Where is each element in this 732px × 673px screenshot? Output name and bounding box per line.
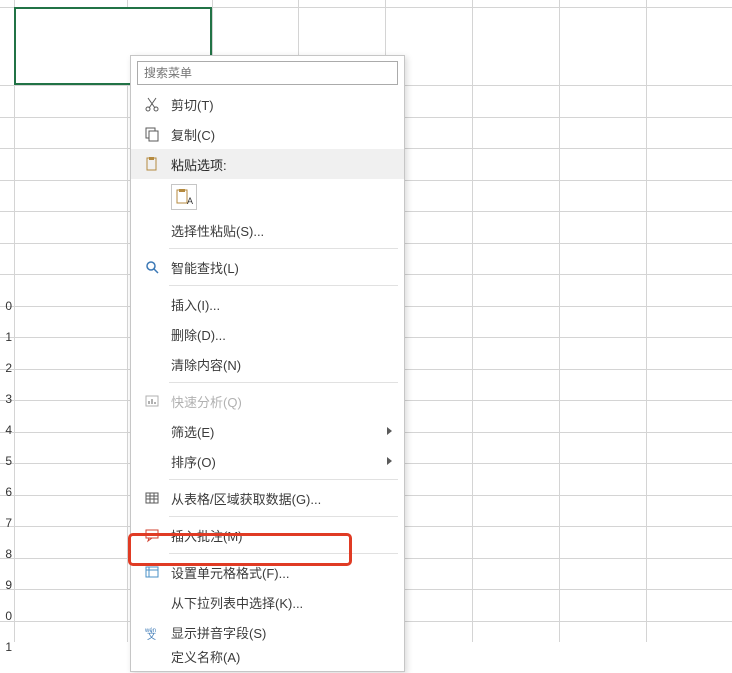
row-header[interactable]: 3: [0, 383, 14, 414]
paste-text-icon: A: [171, 184, 197, 210]
menu-delete[interactable]: 删除(D)...: [131, 319, 404, 349]
comment-icon: [139, 522, 165, 548]
menu-label: 显示拼音字段(S): [169, 623, 404, 642]
menu-label: 设置单元格格式(F)...: [169, 563, 404, 582]
table-icon: [139, 485, 165, 511]
menu-show-phonetic[interactable]: wén文 显示拼音字段(S): [131, 617, 404, 647]
menu-label: 剪切(T): [169, 95, 404, 114]
menu-label: 复制(C): [169, 125, 404, 144]
menu-format-cells[interactable]: 设置单元格格式(F)...: [131, 557, 404, 587]
menu-label: 智能查找(L): [169, 258, 404, 277]
menu-clear-contents[interactable]: 清除内容(N): [131, 349, 404, 379]
blank-icon: [139, 418, 165, 444]
menu-separator: [169, 553, 398, 554]
menu-quick-analysis: 快速分析(Q): [131, 386, 404, 416]
menu-label: 从表格/区域获取数据(G)...: [169, 489, 404, 508]
menu-label: 清除内容(N): [169, 355, 404, 374]
menu-label: 从下拉列表中选择(K)...: [169, 593, 404, 612]
menu-copy[interactable]: 复制(C): [131, 119, 404, 149]
svg-text:文: 文: [147, 630, 156, 640]
paste-option-keep-text[interactable]: A: [131, 179, 404, 215]
menu-label: 定义名称(A): [169, 647, 404, 666]
svg-text:A: A: [187, 196, 193, 206]
menu-label: 插入批注(M): [169, 526, 404, 545]
menu-search-input[interactable]: [144, 66, 391, 80]
blank-icon: [139, 217, 165, 243]
menu-pick-from-dropdown[interactable]: 从下拉列表中选择(K)...: [131, 587, 404, 617]
blank-icon: [139, 351, 165, 377]
menu-search-box[interactable]: [137, 61, 398, 85]
phonetic-icon: wén文: [139, 619, 165, 645]
copy-icon: [139, 121, 165, 147]
blank-icon: [139, 647, 165, 673]
blank-icon: [139, 589, 165, 615]
menu-label: 删除(D)...: [169, 325, 404, 344]
blank-icon: [139, 291, 165, 317]
quick-analysis-icon: [139, 388, 165, 414]
menu-label: 粘贴选项:: [169, 155, 404, 174]
menu-separator: [169, 479, 398, 480]
row-header[interactable]: 5: [0, 445, 14, 476]
submenu-arrow-icon: [387, 457, 392, 465]
row-header[interactable]: 1: [0, 321, 14, 352]
row-header[interactable]: 1: [0, 631, 14, 662]
menu-paste-options[interactable]: 粘贴选项:: [131, 149, 404, 179]
row-header[interactable]: 7: [0, 507, 14, 538]
submenu-arrow-icon: [387, 427, 392, 435]
menu-get-data-from-table[interactable]: 从表格/区域获取数据(G)...: [131, 483, 404, 513]
menu-label: 快速分析(Q): [169, 392, 404, 411]
scissors-icon: [139, 91, 165, 117]
row-header[interactable]: 4: [0, 414, 14, 445]
menu-sort[interactable]: 排序(O): [131, 446, 404, 476]
row-header[interactable]: 8: [0, 538, 14, 569]
context-menu: 剪切(T) 复制(C) 粘贴选项: A 选择性粘贴(S)... 智能查找(L) …: [130, 55, 405, 672]
menu-separator: [169, 248, 398, 249]
menu-insert-comment[interactable]: 插入批注(M): [131, 520, 404, 550]
format-cells-icon: [139, 559, 165, 585]
menu-paste-special[interactable]: 选择性粘贴(S)...: [131, 215, 404, 245]
row-header[interactable]: 0: [0, 600, 14, 631]
menu-label: 排序(O): [169, 452, 404, 471]
menu-smart-lookup[interactable]: 智能查找(L): [131, 252, 404, 282]
row-header[interactable]: 2: [0, 352, 14, 383]
row-header[interactable]: 9: [0, 569, 14, 600]
row-header[interactable]: 6: [0, 476, 14, 507]
menu-cut[interactable]: 剪切(T): [131, 89, 404, 119]
menu-label: 筛选(E): [169, 422, 404, 441]
menu-label: 选择性粘贴(S)...: [169, 221, 404, 240]
menu-insert[interactable]: 插入(I)...: [131, 289, 404, 319]
row-header[interactable]: 0: [0, 290, 14, 321]
menu-separator: [169, 285, 398, 286]
row-headers: 0 1 2 3 4 5 6 7 8 9 0 1: [0, 290, 14, 662]
blank-icon: [139, 448, 165, 474]
menu-define-name[interactable]: 定义名称(A): [131, 647, 404, 667]
menu-separator: [169, 382, 398, 383]
blank-icon: [139, 321, 165, 347]
clipboard-icon: [139, 151, 165, 177]
menu-label: 插入(I)...: [169, 295, 404, 314]
search-icon: [139, 254, 165, 280]
menu-filter[interactable]: 筛选(E): [131, 416, 404, 446]
menu-separator: [169, 516, 398, 517]
